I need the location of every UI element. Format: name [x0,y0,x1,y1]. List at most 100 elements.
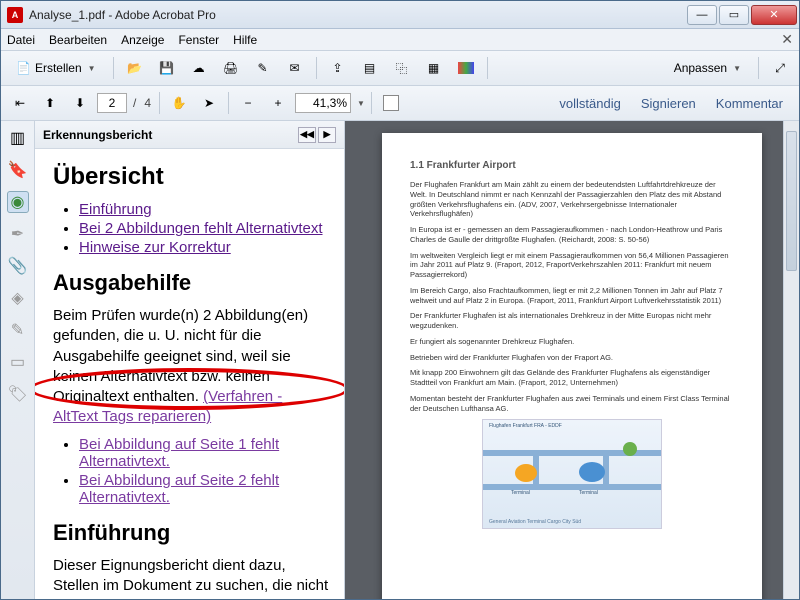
edit-button[interactable]: ✎ [250,55,276,81]
printer-icon: 🖨 [223,61,238,75]
signatures-icon[interactable]: ✒ [7,223,29,245]
figure-terminal-label: Terminal [579,490,598,497]
print-button[interactable]: 🖨 [218,55,244,81]
heading-einfuehrung: Einführung [53,520,330,546]
pages-icon: ▤ [364,61,375,75]
main-toolbar: 📄 Erstellen ▼ 📂 💾 ☁ 🖨 ✎ ✉ ⇪ ▤ ⿻ ▦ Anpass… [1,51,799,86]
menu-bearbeiten[interactable]: Bearbeiten [49,33,107,47]
recognition-report-panel: Erkennungsbericht ◀◀ ▶ Übersicht Einführ… [35,121,345,599]
app-window: A Analyse_1.pdf - Adobe Acrobat Pro ― ▭ … [0,0,800,600]
expand-icon: ⤢ [775,61,785,76]
save-button[interactable]: 💾 [154,55,180,81]
next-page-button[interactable]: ⬇ [67,90,93,116]
toolbar-separator [758,57,759,79]
link-page1-missing-alt[interactable]: Bei Abbildung auf Seite 1 fehlt Alternat… [79,436,279,470]
menu-fenster[interactable]: Fenster [178,33,219,47]
nav-toolbar: ⇤ ⬆ ⬇ / 4 ✋ ➤ − + ▼ vollständig Signiere… [1,86,799,121]
pencil-icon: ✎ [258,61,268,75]
figure-title: Flughafen Frankfurt FRA - EDDF [489,423,562,430]
chevron-down-icon[interactable]: ▼ [357,99,365,108]
panel-header: Erkennungsbericht ◀◀ ▶ [35,121,344,149]
articles-icon[interactable]: ▭ [7,351,29,373]
prev-page-button[interactable]: ⬆ [37,90,63,116]
cloud-button[interactable]: ☁ [186,55,212,81]
page-separator: / [133,96,136,110]
tab-signieren[interactable]: Signieren [631,92,706,115]
tab-vollstaendig[interactable]: vollständig [549,92,630,115]
panel-forward-button[interactable]: ▶ [318,127,336,143]
plus-icon: + [275,96,282,110]
menu-datei[interactable]: Datei [7,33,35,47]
menubar-close-icon[interactable]: ✕ [781,31,793,48]
link-einfuehrung[interactable]: Einführung [79,201,152,218]
cloud-icon: ☁ [193,61,205,75]
accessibility-report-icon[interactable]: ◉ [7,191,29,213]
page-number-input[interactable] [97,93,127,113]
combine-button[interactable]: ⿻ [389,55,415,81]
doc-paragraph: Der Flughafen Frankfurt am Main zählt zu… [410,180,734,219]
chevron-down-icon: ▼ [733,64,741,73]
thumbnails-icon[interactable]: ▥ [7,127,29,149]
link-page2-missing-alt[interactable]: Bei Abbildung auf Seite 2 fehlt Alternat… [79,472,279,506]
tab-kommentar[interactable]: Kommentar [706,92,793,115]
mail-button[interactable]: ✉ [282,55,308,81]
close-button[interactable]: ✕ [751,5,797,25]
form-icon: ▦ [428,61,439,75]
panel-title: Erkennungsbericht [43,128,152,142]
create-icon: 📄 [16,61,31,75]
attachments-icon[interactable]: 📎 [7,255,29,277]
document-viewport[interactable]: 1.1 Frankfurter Airport Der Flughafen Fr… [345,121,799,599]
window-title: Analyse_1.pdf - Adobe Acrobat Pro [29,8,685,22]
multimedia-button[interactable] [453,55,479,81]
layers-icon[interactable]: ◈ [7,287,29,309]
link-missing-alt[interactable]: Bei 2 Abbildungen fehlt Alternativtext [79,220,323,237]
content-area: ▥ 🔖 ◉ ✒ 📎 ◈ ✎ ▭ 🏷 Erkennungsbericht ◀◀ ▶… [1,121,799,599]
doc-paragraph: Im weltweiten Vergleich liegt er mit ein… [410,251,734,280]
vertical-scrollbar[interactable] [783,121,799,599]
combine-icon: ⿻ [396,60,408,77]
toolbar-separator [371,92,372,114]
panel-body[interactable]: Übersicht Einführung Bei 2 Abbildungen f… [35,149,344,599]
customize-label: Anpassen [674,61,727,75]
export-button[interactable]: ⇪ [325,55,351,81]
toolbar-separator [316,57,317,79]
toolbar-separator [159,92,160,114]
pages-button[interactable]: ▤ [357,55,383,81]
menu-anzeige[interactable]: Anzeige [121,33,164,47]
folder-open-icon: 📂 [127,61,142,75]
zoom-input[interactable] [295,93,351,113]
tags-icon[interactable]: 🏷 [7,383,29,405]
panel-back-button[interactable]: ◀◀ [298,127,316,143]
doc-paragraph: Im Bereich Cargo, also Frachtaufkommen, … [410,286,734,306]
zoom-out-button[interactable]: − [235,90,261,116]
select-tool-button[interactable]: ➤ [196,90,222,116]
fullscreen-button[interactable]: ⤢ [767,55,793,81]
maximize-button[interactable]: ▭ [719,5,749,25]
doc-heading: 1.1 Frankfurter Airport [410,159,734,172]
first-page-button[interactable]: ⇤ [7,90,33,116]
navigation-rail: ▥ 🔖 ◉ ✒ 📎 ◈ ✎ ▭ 🏷 [1,121,35,599]
first-page-icon: ⇤ [15,96,25,110]
hand-tool-button[interactable]: ✋ [166,90,192,116]
arrow-up-icon: ⬆ [45,96,55,110]
touch-up-icon[interactable]: ✎ [7,319,29,341]
menu-hilfe[interactable]: Hilfe [233,33,257,47]
scrollbar-thumb[interactable] [786,131,797,271]
heading-ausgabehilfe: Ausgabehilfe [53,270,330,296]
arrow-down-icon: ⬇ [75,96,85,110]
list-item: Bei Abbildung auf Seite 1 fehlt Alternat… [79,436,330,470]
link-hinweise[interactable]: Hinweise zur Korrektur [79,239,231,256]
form-button[interactable]: ▦ [421,55,447,81]
minus-icon: − [245,96,252,110]
toolbar-separator [487,57,488,79]
bookmarks-icon[interactable]: 🔖 [7,159,29,181]
open-button[interactable]: 📂 [122,55,148,81]
fit-page-button[interactable] [378,90,404,116]
export-icon: ⇪ [333,61,343,75]
minimize-button[interactable]: ― [687,5,717,25]
zoom-in-button[interactable]: + [265,90,291,116]
cursor-icon: ➤ [204,96,214,110]
customize-button[interactable]: Anpassen ▼ [665,55,750,81]
page-total: 4 [144,96,151,110]
create-button[interactable]: 📄 Erstellen ▼ [7,55,105,81]
